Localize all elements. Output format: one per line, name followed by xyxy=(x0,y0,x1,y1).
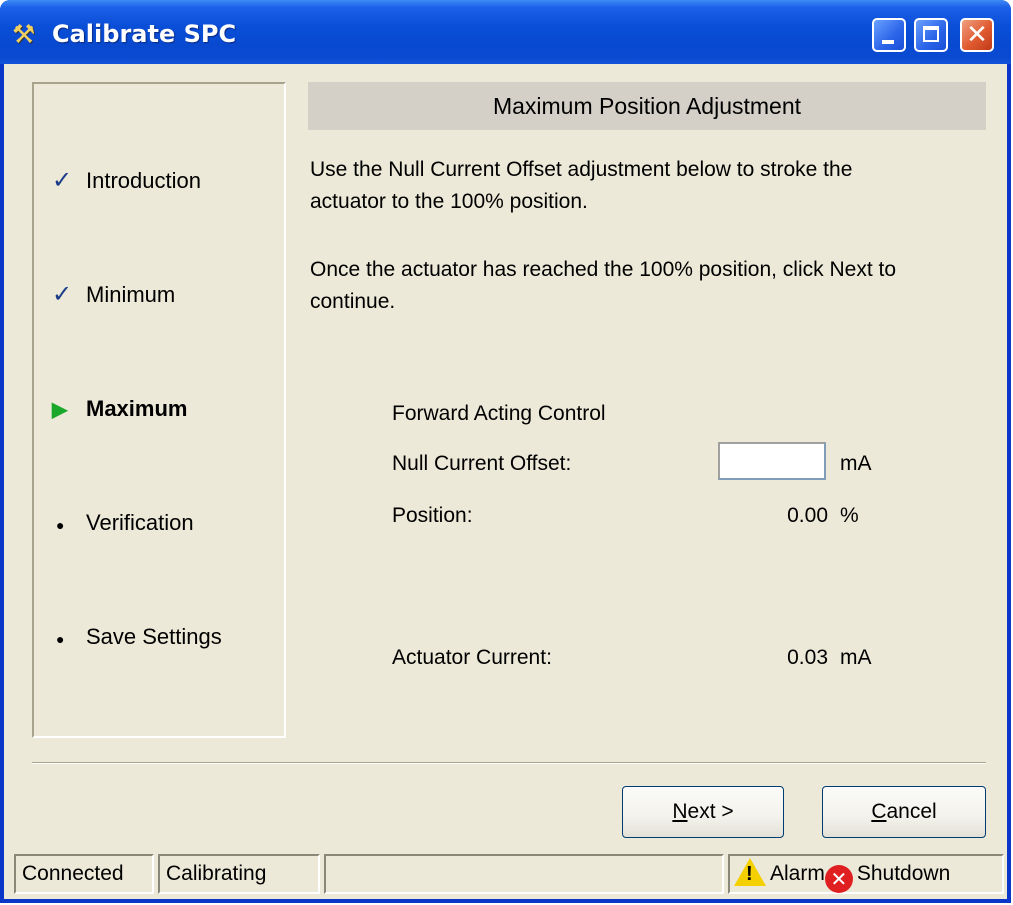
shutdown-error-icon: ✕ xyxy=(824,865,853,893)
step-save-settings: ● Save Settings xyxy=(52,622,222,652)
checkmark-icon: ✓ xyxy=(52,167,73,194)
actuator-current-value: 0.03 xyxy=(787,646,828,669)
instruction-line: Use the Null Current Offset adjustment b… xyxy=(310,158,853,181)
step-introduction: ✓ Introduction xyxy=(52,166,201,196)
step-label: Introduction xyxy=(86,168,201,193)
minimize-button[interactable] xyxy=(872,18,906,52)
dialog-body: ✓ Introduction ✓ Minimum ▶ Maximum ● Verific… xyxy=(4,64,1007,899)
shutdown-label: Shutdown xyxy=(856,862,951,885)
status-indicators: Alarm✕Shutdown xyxy=(728,854,1004,894)
alarm-warning-icon xyxy=(734,858,766,886)
instructions-paragraph-1: Use the Null Current Offset adjustment b… xyxy=(310,154,1000,218)
title-bar[interactable]: ⚒ Calibrate SPC ✕ xyxy=(0,0,1011,64)
alarm-label: Alarm xyxy=(770,862,825,885)
null-offset-unit: mA xyxy=(840,452,872,475)
maximize-button[interactable] xyxy=(914,18,948,52)
next-label: ext > xyxy=(687,800,734,823)
status-bar: Connected Calibrating Alarm✕Shutdown xyxy=(8,854,1006,896)
instruction-line: actuator to the 100% position. xyxy=(310,190,588,213)
instruction-line: continue. xyxy=(310,290,396,313)
page-title: Maximum Position Adjustment xyxy=(308,82,986,130)
actuator-current-unit: mA xyxy=(840,646,872,669)
cancel-mnemonic: C xyxy=(871,800,887,823)
instructions-paragraph-2: Once the actuator has reached the 100% p… xyxy=(310,254,1000,318)
step-minimum: ✓ Minimum xyxy=(52,280,175,310)
minimize-icon xyxy=(882,40,894,44)
position-value: 0.00 xyxy=(787,504,828,527)
bullet-icon: ● xyxy=(56,517,65,533)
next-mnemonic: N xyxy=(672,800,688,823)
status-mode: Calibrating xyxy=(158,854,320,894)
play-arrow-icon: ▶ xyxy=(52,399,68,421)
steps-sidebar: ✓ Introduction ✓ Minimum ▶ Maximum ● Verific… xyxy=(32,82,286,738)
next-button[interactable]: Next > xyxy=(622,786,784,838)
maximize-icon xyxy=(923,26,939,42)
bullet-icon: ● xyxy=(56,631,65,647)
instruction-line: Once the actuator has reached the 100% p… xyxy=(310,258,897,281)
position-label: Position: xyxy=(392,504,473,527)
close-button[interactable]: ✕ xyxy=(960,18,994,52)
cancel-button[interactable]: Cancel xyxy=(822,786,986,838)
step-verification: ● Verification xyxy=(52,508,194,538)
tools-icon: ⚒ xyxy=(12,19,36,49)
step-label: Save Settings xyxy=(86,624,222,649)
step-maximum: ▶ Maximum xyxy=(52,394,187,424)
status-connection: Connected xyxy=(14,854,154,894)
calibrate-window: ⚒ Calibrate SPC ✕ ✓ Introduction ✓ Minimum… xyxy=(0,0,1011,903)
actuator-current-label: Actuator Current: xyxy=(392,646,552,669)
close-icon: ✕ xyxy=(966,20,988,50)
null-offset-input[interactable] xyxy=(718,442,826,480)
divider-highlight xyxy=(32,763,986,764)
checkmark-icon: ✓ xyxy=(52,281,73,308)
step-label: Maximum xyxy=(86,396,188,421)
cancel-label: ancel xyxy=(886,800,937,823)
step-label: Minimum xyxy=(86,282,176,307)
section-label: Forward Acting Control xyxy=(392,402,606,425)
window-title: Calibrate SPC xyxy=(52,20,237,48)
position-unit: % xyxy=(840,504,859,527)
step-label: Verification xyxy=(86,510,194,535)
null-offset-label: Null Current Offset: xyxy=(392,452,572,475)
status-message xyxy=(324,854,724,894)
